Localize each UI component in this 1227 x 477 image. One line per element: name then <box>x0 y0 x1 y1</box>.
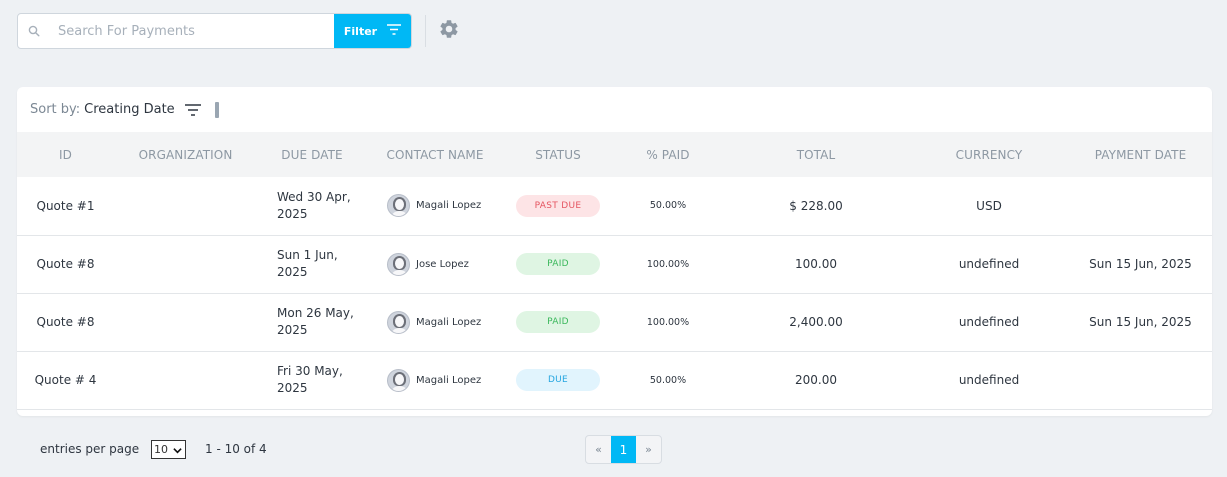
cell-currency: undefined <box>958 373 1020 387</box>
cell-pct-paid: 100.00% <box>646 316 690 328</box>
cell-contact: Magali Lopez <box>367 351 503 409</box>
column-header-total[interactable]: TOTAL <box>723 132 909 177</box>
contact-name: Magali Lopez <box>416 316 482 328</box>
entries-per-page-select[interactable]: 10 <box>151 440 186 459</box>
column-header-pct-paid[interactable]: % PAID <box>613 132 723 177</box>
pagination-next-button[interactable]: » <box>636 436 661 463</box>
sort-icon[interactable] <box>184 103 201 116</box>
cell-status: PAID <box>503 293 613 351</box>
cell-status: PAID <box>503 235 613 293</box>
cell-currency: USD <box>976 198 1002 213</box>
sort-bar: Sort by: Creating Date <box>17 87 1212 132</box>
cell-payment-date: Sun 15 Jun, 2025 <box>1089 315 1192 329</box>
status-badge: PAST DUE <box>516 194 600 217</box>
cell-total: 2,400.00 <box>789 315 843 329</box>
toolbar-divider <box>425 15 426 47</box>
contact-name: Magali Lopez <box>416 374 482 386</box>
cell-id: Quote #8 <box>36 315 95 329</box>
column-header-currency[interactable]: CURRENCY <box>909 132 1069 177</box>
filter-button[interactable]: Filter <box>334 14 411 48</box>
cell-id: Quote # 4 <box>34 373 97 387</box>
cell-due-date: Mon 26 May, 2025 <box>277 306 354 337</box>
search-icon <box>18 14 50 48</box>
search-bar: Filter <box>17 13 412 49</box>
cell-status: PAST DUE <box>503 177 613 235</box>
chevron-down-icon <box>173 445 182 458</box>
cell-contact: Jose Lopez <box>367 235 503 293</box>
cell-contact: Magali Lopez <box>367 177 503 235</box>
entries-per-page-value: 10 <box>154 443 168 456</box>
cell-contact: Magali Lopez <box>367 293 503 351</box>
payments-table: ID ORGANIZATION DUE DATE CONTACT NAME ST… <box>17 132 1212 410</box>
column-header-organization[interactable]: ORGANIZATION <box>114 132 257 177</box>
filter-button-label: Filter <box>343 24 378 38</box>
pagination-range: 1 - 10 of 4 <box>205 442 267 456</box>
cell-organization <box>114 293 257 351</box>
contact-name: Magali Lopez <box>416 200 482 212</box>
cell-payment-date <box>1069 177 1212 235</box>
cell-organization <box>114 177 257 235</box>
entries-per-page-label: entries per page <box>40 442 140 456</box>
contact-name: Jose Lopez <box>416 258 469 270</box>
status-badge: PAID <box>516 253 600 275</box>
table-header-row: ID ORGANIZATION DUE DATE CONTACT NAME ST… <box>17 132 1212 177</box>
sort-value[interactable]: Creating Date <box>84 102 175 117</box>
column-header-status[interactable]: STATUS <box>503 132 613 177</box>
cell-due-date: Sun 1 Jun, 2025 <box>277 248 338 279</box>
cell-total: $ 228.00 <box>789 198 843 213</box>
search-input[interactable] <box>50 14 334 48</box>
table-row[interactable]: Quote #8 Sun 1 Jun, 2025 Jose Lopez PAID… <box>17 235 1212 293</box>
cell-total: 100.00 <box>795 257 837 271</box>
cell-total: 200.00 <box>795 373 837 387</box>
cell-status: DUE <box>503 351 613 409</box>
cell-organization <box>114 235 257 293</box>
payments-card: Sort by: Creating Date ID ORGANIZATION D… <box>17 87 1212 416</box>
settings-button[interactable] <box>437 19 461 43</box>
avatar <box>387 252 410 276</box>
cell-id: Quote #1 <box>36 198 95 213</box>
pagination-page-button[interactable]: 1 <box>611 436 636 463</box>
cell-pct-paid: 100.00% <box>646 258 690 270</box>
avatar <box>387 368 410 392</box>
avatar <box>387 310 410 334</box>
cell-due-date: Wed 30 Apr, 2025 <box>277 189 351 221</box>
table-row[interactable]: Quote #1 Wed 30 Apr, 2025 Magali Lopez P… <box>17 177 1212 235</box>
table-row[interactable]: Quote # 4 Fri 30 May, 2025 Magali Lopez … <box>17 351 1212 409</box>
cell-organization <box>114 351 257 409</box>
cell-pct-paid: 50.00% <box>649 200 687 212</box>
status-badge: DUE <box>516 369 600 391</box>
cell-pct-paid: 50.00% <box>649 374 687 386</box>
status-badge: PAID <box>516 311 600 333</box>
pagination-prev-button[interactable]: « <box>586 436 611 463</box>
cell-payment-date: Sun 15 Jun, 2025 <box>1089 257 1192 271</box>
table-row[interactable]: Quote #8 Mon 26 May, 2025 Magali Lopez P… <box>17 293 1212 351</box>
filter-icon <box>387 24 402 38</box>
sort-divider <box>214 101 219 118</box>
pagination: « 1 » <box>585 435 662 464</box>
avatar <box>387 194 410 218</box>
column-header-payment-date[interactable]: PAYMENT DATE <box>1069 132 1212 177</box>
cell-due-date: Fri 30 May, 2025 <box>277 364 343 395</box>
gear-icon <box>438 18 460 44</box>
cell-id: Quote #8 <box>36 257 95 271</box>
cell-payment-date <box>1069 351 1212 409</box>
column-header-id[interactable]: ID <box>17 132 114 177</box>
column-header-contact-name[interactable]: CONTACT NAME <box>367 132 503 177</box>
cell-currency: undefined <box>958 315 1020 329</box>
cell-currency: undefined <box>958 257 1020 271</box>
table-footer: entries per page 10 1 - 10 of 4 « 1 » <box>0 435 1227 465</box>
column-header-due-date[interactable]: DUE DATE <box>257 132 367 177</box>
sort-label: Sort by: <box>30 102 81 117</box>
